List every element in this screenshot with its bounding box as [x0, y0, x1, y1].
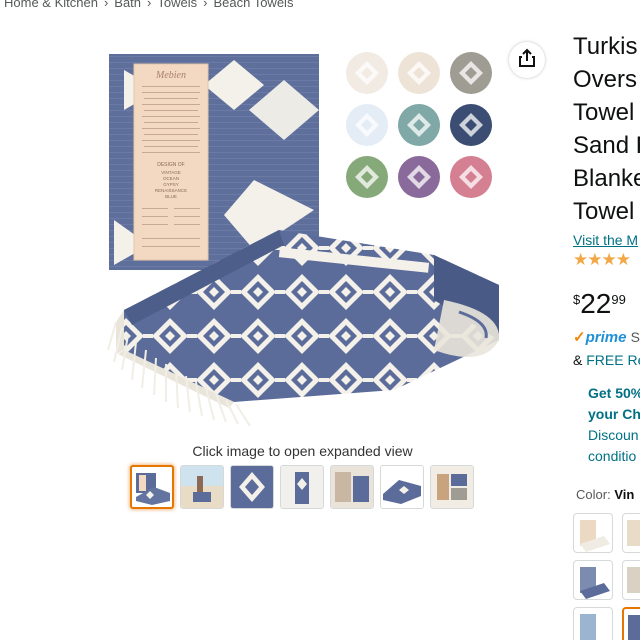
- product-title-line: Blanke: [573, 165, 640, 192]
- brand-logo-text: Mebien: [155, 70, 186, 81]
- visit-store-link[interactable]: Visit the M: [573, 232, 638, 248]
- free-returns-link[interactable]: FREE Re: [586, 352, 640, 368]
- color-variant-option[interactable]: [573, 607, 613, 640]
- label-design-line: RENAISSANCE: [155, 188, 187, 193]
- returns-prefix: &: [573, 352, 587, 368]
- product-title-line: Overs: [573, 66, 638, 93]
- color-swatch-1: [346, 52, 388, 94]
- color-swatch-5: [398, 104, 440, 146]
- breadcrumb-separator: ›: [203, 0, 208, 10]
- thumbnail-4[interactable]: [280, 465, 324, 509]
- color-label-text: Color:: [576, 487, 611, 502]
- color-variant-option[interactable]: [573, 513, 613, 553]
- promo-terms-link[interactable]: conditio: [588, 446, 640, 467]
- color-swatch-9: [450, 156, 492, 198]
- color-swatch-3: [450, 52, 492, 94]
- thumbnail-2[interactable]: [180, 465, 224, 509]
- promo-headline[interactable]: your Ch: [588, 404, 640, 425]
- color-variant-option[interactable]: [622, 513, 640, 553]
- prime-logo: prime: [585, 329, 627, 346]
- product-title-line: Towel: [573, 198, 635, 225]
- product-label-card: Mebien DESIGN OF VINTAGE OCEAN GYPSY REN…: [133, 63, 209, 261]
- color-swatch-8: [398, 156, 440, 198]
- label-design-of: DESIGN OF: [157, 162, 185, 168]
- prime-check-icon: ✓: [573, 329, 586, 346]
- price-fraction: 99: [611, 292, 626, 307]
- breadcrumb: Home & Kitchen › Bath › Towels › Beach Towels: [4, 0, 293, 10]
- color-swatch-6: [450, 104, 492, 146]
- thumbnail-6[interactable]: [380, 465, 424, 509]
- thumbnail-1[interactable]: [130, 465, 174, 509]
- product-title-line: Turkis: [573, 33, 638, 60]
- thumbnail-3[interactable]: [230, 465, 274, 509]
- share-button[interactable]: [509, 42, 545, 78]
- breadcrumb-towels[interactable]: Towels: [157, 0, 197, 10]
- color-selector-label: Color: Vin: [576, 487, 634, 502]
- promo-terms-link[interactable]: Discoun: [588, 425, 640, 446]
- star-rating[interactable]: ★★★★: [573, 250, 631, 270]
- returns-info: & FREE Re: [573, 352, 640, 368]
- color-swatch-4: [346, 104, 388, 146]
- label-design-line: GYPSY: [163, 182, 179, 187]
- product-title-line: Towel: [573, 99, 635, 126]
- thumbnail-strip: [130, 465, 474, 509]
- price-whole: 22: [580, 288, 612, 319]
- prime-badge[interactable]: ✓prime S: [573, 328, 640, 346]
- color-swatch-7: [346, 156, 388, 198]
- breadcrumb-home-kitchen[interactable]: Home & Kitchen: [4, 0, 98, 10]
- color-swatch-2: [398, 52, 440, 94]
- breadcrumb-beach-towels[interactable]: Beach Towels: [213, 0, 293, 10]
- product-title: Turkis Overs Towel Sand F Blanke Towel: [573, 30, 640, 228]
- color-swatch-grid: [346, 52, 492, 198]
- product-title-line: Sand F: [573, 132, 640, 159]
- thumbnail-5[interactable]: [330, 465, 374, 509]
- price-symbol: $: [573, 292, 581, 307]
- breadcrumb-bath[interactable]: Bath: [114, 0, 141, 10]
- promo-headline[interactable]: Get 50%: [588, 383, 640, 404]
- price: $2299: [573, 288, 626, 320]
- color-selected-value: Vin: [614, 487, 635, 502]
- color-variant-option-selected[interactable]: [622, 607, 640, 640]
- label-design-line: BLUE: [165, 194, 177, 199]
- share-icon: [518, 48, 536, 73]
- breadcrumb-separator: ›: [147, 0, 152, 10]
- breadcrumb-separator: ›: [103, 0, 109, 10]
- color-variant-option[interactable]: [622, 560, 640, 600]
- label-design-line: VINTAGE: [161, 170, 180, 175]
- promo-offer: Get 50% your Ch Discoun conditio: [588, 383, 640, 467]
- color-variant-option[interactable]: [573, 560, 613, 600]
- thumbnail-7[interactable]: [430, 465, 474, 509]
- label-design-line: OCEAN: [163, 176, 179, 181]
- prime-shipping-text: S: [630, 329, 640, 345]
- image-caption: Click image to open expanded view: [192, 443, 413, 459]
